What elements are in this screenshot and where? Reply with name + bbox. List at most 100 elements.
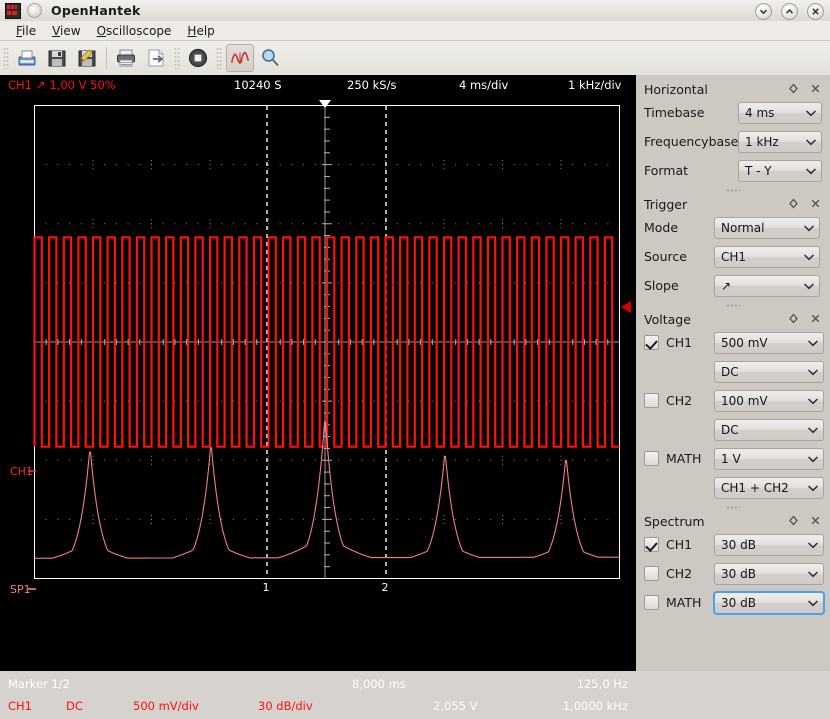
close-icon[interactable] [809, 82, 822, 95]
float-icon[interactable] [787, 312, 800, 325]
zoom-icon[interactable] [256, 44, 284, 72]
toolbar-grip-2[interactable] [174, 47, 180, 69]
menu-help-rest: elp [196, 23, 215, 38]
voltage-ch2-coupling-value: DC [721, 422, 739, 437]
float-icon[interactable] [787, 82, 800, 95]
voltage-ch1-coupling-combo[interactable]: DC [714, 360, 824, 383]
dock-trigger-title: Trigger [644, 197, 688, 212]
window-title: OpenHantek [51, 3, 141, 18]
menu-view[interactable]: View [44, 22, 88, 40]
window-menu-button[interactable] [27, 3, 42, 18]
menu-file[interactable]: File [8, 22, 44, 40]
scope-header-trigger-level: 1,00 V [49, 78, 87, 92]
dock-spectrum-title: Spectrum [644, 514, 705, 529]
chevron-down-icon [807, 538, 819, 552]
dock-trigger-handle[interactable] [640, 187, 826, 194]
maximize-button[interactable] [781, 3, 798, 20]
scope-header-trigger-info: CH1 ↗ 1,00 V 50% [8, 78, 116, 92]
voltage-math-mode-combo[interactable]: CH1 + CH2 [714, 476, 824, 499]
trigger-slope-label: Slope [644, 278, 679, 293]
close-icon[interactable] [809, 197, 822, 210]
ch1-waveform [33, 236, 620, 448]
chevron-down-icon [807, 567, 819, 581]
open-icon[interactable] [13, 44, 41, 72]
openhantek-window: OpenHantek File View Oscilloscope Help C… [0, 0, 830, 713]
trigger-mode-value: Normal [721, 220, 765, 235]
dock-voltage-titlebar: Voltage [640, 309, 826, 330]
spectrum-math-label: MATH [666, 595, 702, 610]
spectrum-ch1-checkbox[interactable] [644, 537, 659, 552]
trigger-source-value: CH1 [721, 249, 747, 264]
trigger-source-combo[interactable]: CH1 [714, 245, 820, 268]
dock-spectrum-handle[interactable] [640, 504, 826, 511]
voltage-ch1-checkbox[interactable] [644, 335, 659, 350]
chevron-down-icon [803, 221, 815, 235]
toolbar-separator [106, 47, 107, 69]
status-vpp: 2,055 V [433, 699, 478, 713]
float-icon[interactable] [787, 197, 800, 210]
spectrum-ch2-label: CH2 [666, 566, 693, 581]
trigger-slope-value: ↗ [721, 278, 732, 293]
stop-record-icon[interactable] [184, 44, 212, 72]
voltage-math-checkbox[interactable] [644, 451, 659, 466]
frequencybase-combo[interactable]: 1 kHz [738, 130, 822, 153]
row-trigger-source: Source CH1 [640, 244, 826, 269]
spectrum-math-row: MATH 30 dB [640, 590, 826, 615]
minimize-button[interactable] [755, 3, 772, 20]
trigger-mode-combo[interactable]: Normal [714, 216, 820, 239]
status-voltage-div: 500 mV/div [133, 699, 199, 713]
marker-time: 8,000 ms [352, 677, 406, 691]
voltage-ch2-row: CH2 100 mV [640, 388, 826, 413]
export-icon[interactable] [142, 44, 170, 72]
float-icon[interactable] [787, 514, 800, 527]
marker-label-1: 1 [263, 581, 270, 594]
frequencybase-value: 1 kHz [745, 134, 779, 149]
spectrum-ch2-combo[interactable]: 30 dB [714, 562, 824, 585]
menu-help[interactable]: Help [179, 22, 222, 40]
row-format: Format T - Y [640, 158, 826, 183]
title-bar: OpenHantek [0, 0, 830, 22]
trigger-mode-label: Mode [644, 220, 679, 235]
close-icon[interactable] [809, 514, 822, 527]
save-icon[interactable] [43, 44, 71, 72]
waveform-icon[interactable] [226, 44, 254, 72]
spectrum-math-value: 30 dB [721, 595, 756, 610]
chevron-down-icon [807, 423, 819, 437]
scope-area: CH1 ↗ 1,00 V 50% 10240 S 250 kS/s 4 ms/d… [0, 75, 636, 713]
close-icon[interactable] [809, 312, 822, 325]
dock-horizontal-titlebar: Horizontal [640, 79, 826, 100]
print-icon[interactable] [112, 44, 140, 72]
voltage-ch2-gain-combo[interactable]: 100 mV [714, 389, 824, 412]
close-button[interactable] [807, 3, 824, 20]
spectrum-ch2-checkbox[interactable] [644, 566, 659, 581]
spectrum-ch2-row: CH2 30 dB [640, 561, 826, 586]
app-icon [5, 2, 21, 19]
scope-plot[interactable]: 1 2 [0, 95, 636, 670]
voltage-ch2-checkbox[interactable] [644, 393, 659, 408]
toolbar-grip[interactable] [3, 47, 9, 69]
dock-horizontal-title: Horizontal [644, 82, 708, 97]
voltage-math-row: MATH 1 V [640, 446, 826, 471]
trigger-level-marker [621, 301, 631, 313]
timebase-combo[interactable]: 4 ms [738, 101, 822, 124]
voltage-math-gain-combo[interactable]: 1 V [714, 447, 824, 470]
format-label: Format [644, 163, 689, 178]
spectrum-math-combo[interactable]: 30 dB [713, 590, 825, 615]
marker-status-bar: Marker 1/2 8,000 ms 125,0 Hz [0, 673, 636, 695]
menu-oscilloscope[interactable]: Oscilloscope [89, 22, 180, 40]
spectrum-math-checkbox[interactable] [644, 595, 659, 610]
trigger-slope-combo[interactable]: ↗ [714, 274, 820, 297]
voltage-math-mode-row: CH1 + CH2 [640, 475, 826, 500]
save-as-icon[interactable] [73, 44, 101, 72]
voltage-ch2-coupling-combo[interactable]: DC [714, 418, 824, 441]
dock-voltage-handle[interactable] [640, 302, 826, 309]
row-timebase: Timebase 4 ms [640, 100, 826, 125]
scope-header-timebase: 4 ms/div [459, 78, 509, 92]
format-combo[interactable]: T - Y [738, 159, 822, 182]
toolbar-grip-3[interactable] [216, 47, 222, 69]
voltage-math-gain-value: 1 V [721, 451, 741, 466]
menu-bar: File View Oscilloscope Help [0, 21, 830, 41]
voltage-ch1-gain-combo[interactable]: 500 mV [714, 331, 824, 354]
spectrum-ch1-combo[interactable]: 30 dB [714, 533, 824, 556]
spectrum-ch1-value: 30 dB [721, 537, 756, 552]
